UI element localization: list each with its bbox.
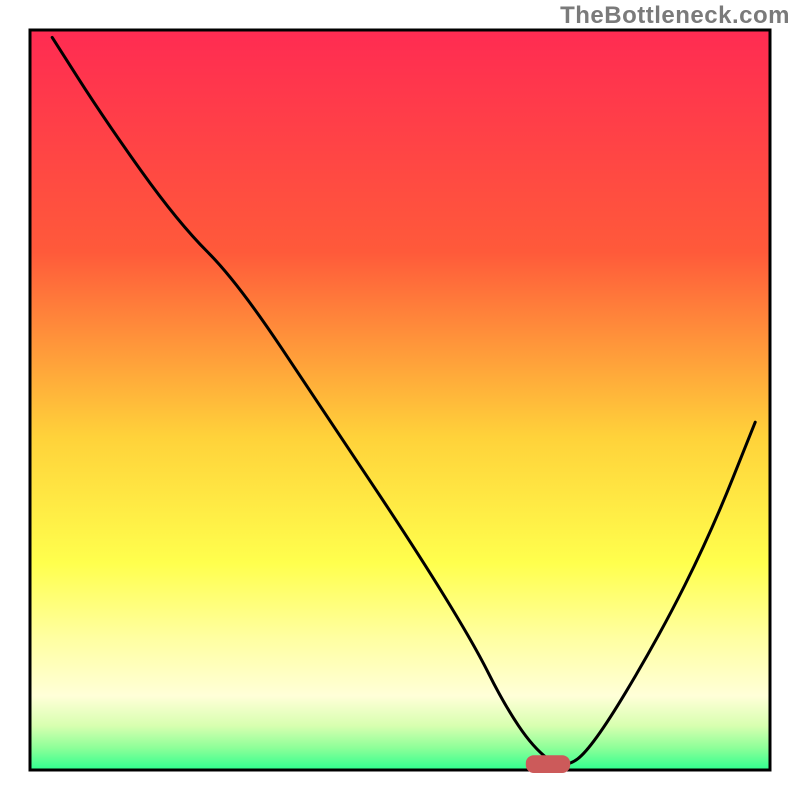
plot-background [30, 30, 770, 770]
chart-container: TheBottleneck.com [0, 0, 800, 800]
watermark-text: TheBottleneck.com [560, 2, 790, 30]
bottleneck-chart [0, 0, 800, 800]
plot-area [30, 30, 770, 773]
optimal-marker [526, 755, 570, 773]
